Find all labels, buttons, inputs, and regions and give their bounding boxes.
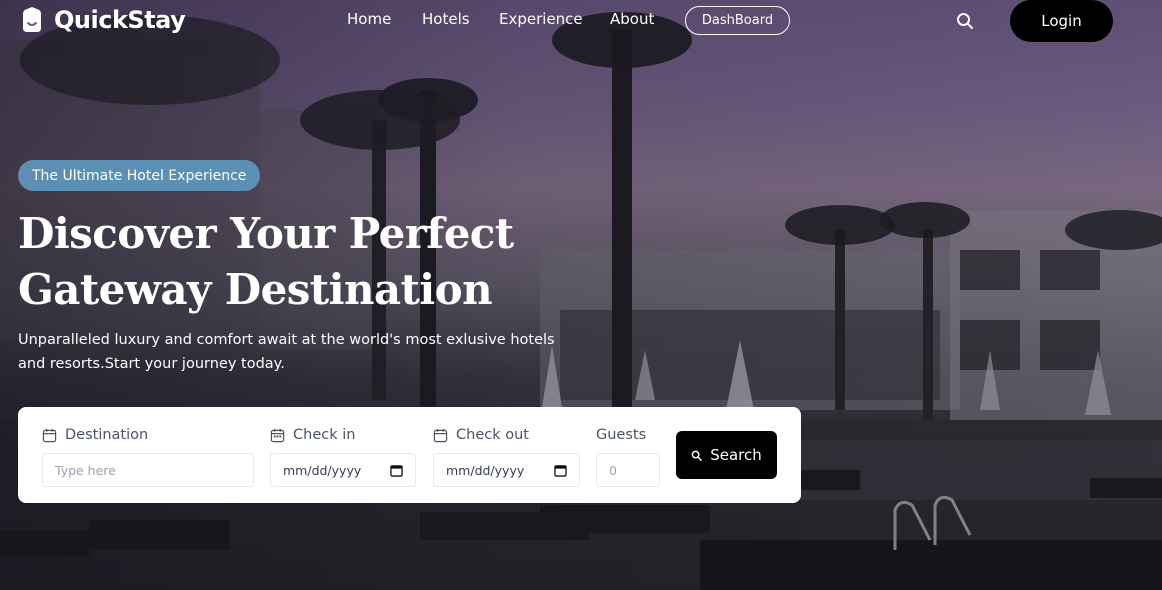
destination-label: Destination [42,427,148,443]
nav-link-about[interactable]: About [610,10,654,28]
brand-logo[interactable]: QuickStay [18,6,186,34]
headline-line-2: Gateway Destination [18,265,493,314]
nav-link-hotels[interactable]: Hotels [422,10,470,28]
brand-name: QuickStay [54,6,186,34]
hero-subline: Unparalleled luxury and comfort await at… [18,332,555,372]
top-navbar: QuickStay Home Hotels Experience About D… [0,0,1162,42]
checkout-date-value: mm/dd/yyyy [446,462,525,478]
destination-input[interactable]: Type here [42,453,254,487]
search-button[interactable]: Search [676,431,777,479]
search-icon [691,450,703,461]
calendar-icon [433,428,448,442]
checkout-label: Check out [433,427,529,443]
hero-headline: Discover Your Perfect Gateway Destinatio… [18,206,578,318]
checkin-date-value: mm/dd/yyyy [283,462,362,478]
checkin-label-text: Check in [293,427,356,443]
headline-line-1: Discover Your Perfect [18,209,514,258]
calendar-icon [270,428,285,442]
calendar-picker-icon[interactable] [554,464,567,477]
guests-input[interactable]: 0 [596,453,660,487]
destination-label-text: Destination [65,427,149,443]
hero-section: QuickStay Home Hotels Experience About D… [0,0,1162,590]
dashboard-button[interactable]: DashBoard [685,6,790,35]
calendar-picker-icon[interactable] [390,464,403,477]
hero-badge: The Ultimate Hotel Experience [18,160,261,191]
home-logo-icon [23,7,41,32]
checkout-date-input[interactable]: mm/dd/yyyy [433,453,580,487]
guests-label: Guests [596,427,646,443]
search-button-label: Search [710,446,762,464]
calendar-icon [42,428,57,442]
checkin-date-input[interactable]: mm/dd/yyyy [270,453,416,487]
checkin-label: Check in [270,427,355,443]
nav-link-home[interactable]: Home [347,10,391,28]
nav-link-experience[interactable]: Experience [499,10,583,28]
checkout-label-text: Check out [456,427,529,443]
login-button[interactable]: Login [1010,0,1113,42]
search-icon[interactable] [956,12,974,30]
guests-label-text: Guests [596,427,647,443]
booking-search-form: Destination Check in Check out Guests Ty… [18,407,801,503]
